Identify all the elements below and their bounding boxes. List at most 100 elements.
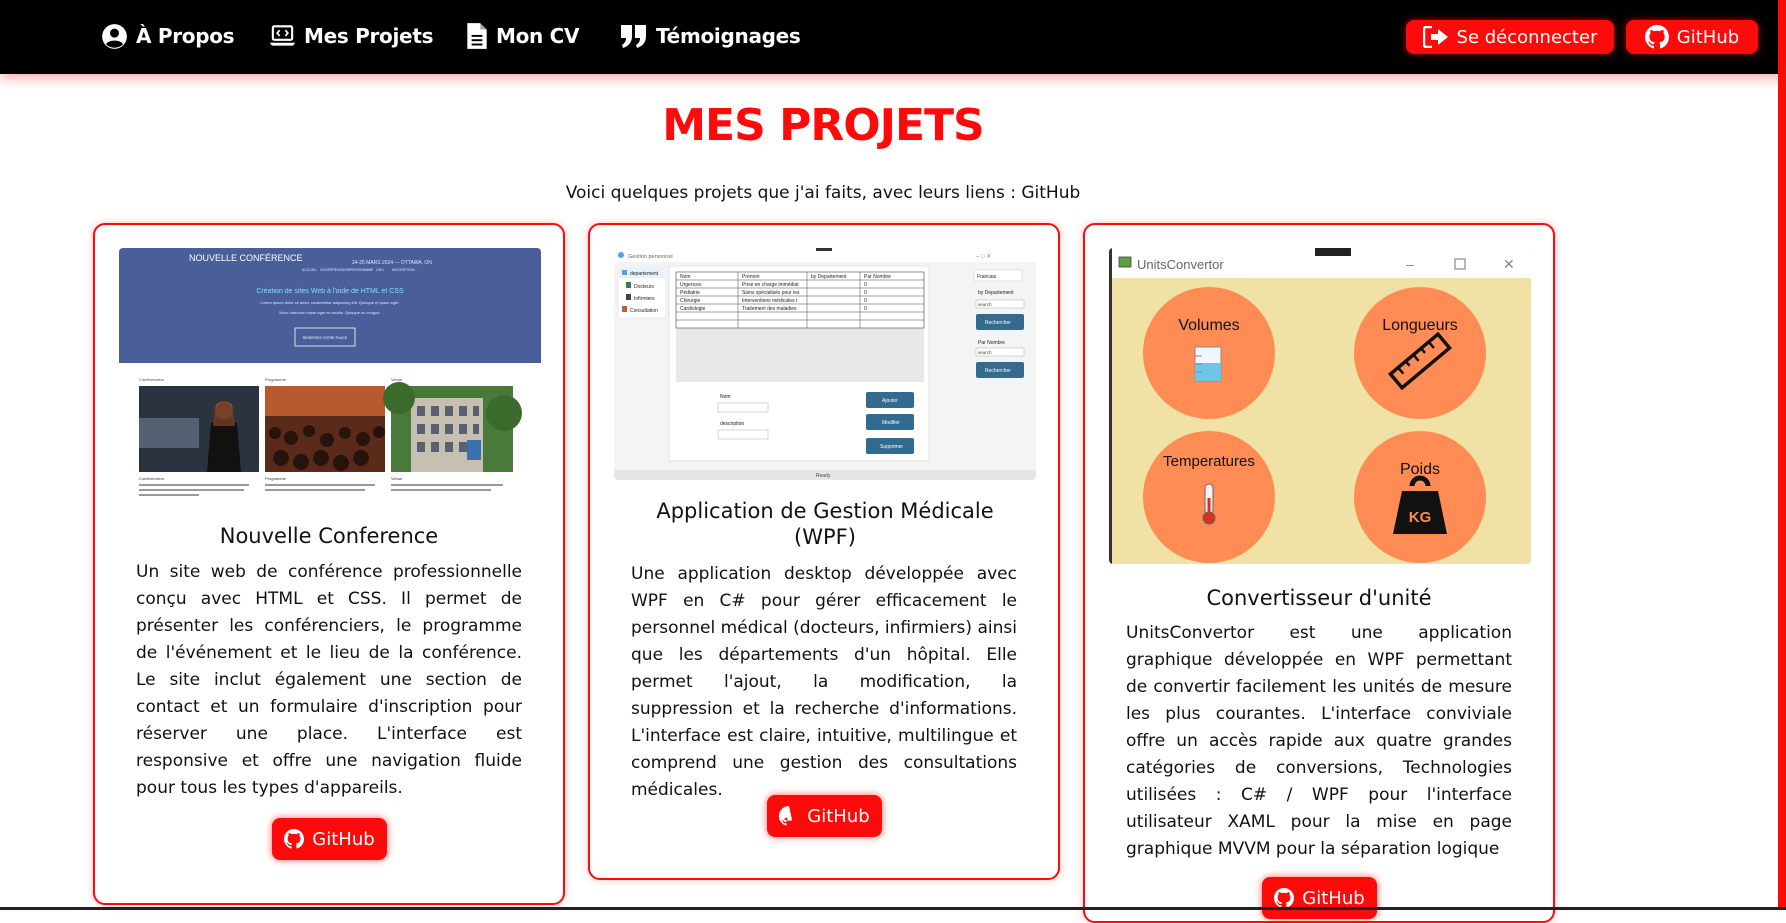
project-github-label: GitHub — [1302, 887, 1365, 909]
laptop-code-icon — [269, 25, 296, 46]
nav-about-label: À Propos — [136, 24, 235, 48]
project-screenshot-units: UnitsConvertor – ✕ Volumes Longueurs Tem… — [1109, 248, 1531, 564]
github-icon — [1274, 888, 1295, 908]
conf-cta: RÉSERVEZ VOTRE PLACE — [303, 335, 348, 340]
project-card-medical: Gestion personnel – □ ✕ departement Doct… — [588, 223, 1060, 880]
project-title-units: Convertisseur d'unité — [1206, 586, 1432, 610]
med-row-2-nom: Pédiatrie — [680, 290, 700, 296]
med-row-1-nom: Urgences — [680, 282, 702, 288]
med-menu-consultation: Consultation — [630, 308, 658, 314]
units-tile-longueurs-label: Longueurs — [1382, 317, 1458, 334]
project-title-conference: Nouvelle Conference — [219, 524, 439, 548]
nav-testimonials-label: Témoignages — [656, 24, 801, 48]
med-window-title: Gestion personnel — [628, 254, 673, 260]
units-tile-poids-label: Poids — [1400, 461, 1440, 478]
med-nom-label: Nom — [720, 394, 731, 400]
nav-about-link[interactable]: À Propos — [101, 16, 235, 56]
weight-kg-label: KG — [1409, 509, 1432, 526]
med-row-1-nombre: 0 — [864, 282, 867, 288]
med-search-1: search — [978, 302, 992, 307]
med-menu-infirmiers: Infirmiers — [634, 296, 655, 302]
conf-brand-text: NOUVELLE CONFÉRENCE — [189, 253, 303, 263]
conf-date-text: 24-25 MARS 2024 — OTTAWA, ON — [352, 260, 432, 266]
med-search-btn-2: Rechercher — [985, 368, 1011, 374]
med-row-4-nom: Cardiologie — [680, 306, 706, 312]
med-edit-label: Modifier — [882, 420, 900, 426]
project-github-button-conference[interactable]: GitHub — [272, 818, 387, 860]
conf-caption-title-2: Programme — [265, 476, 287, 481]
conf-section-2: Programme — [265, 377, 287, 382]
conf-nav-2: CONFÉRENCIERS — [320, 267, 351, 272]
beaker-icon — [1194, 346, 1222, 382]
med-par-nombre-label: Par Nombre — [978, 340, 1005, 346]
nav-projects-label: Mes Projets — [304, 24, 434, 48]
conf-headline: Création de sites Web à l'aide de HTML e… — [256, 288, 404, 295]
conf-line-2: Nunc interdum turpis eget ex iaculis. Qu… — [279, 310, 380, 315]
units-tile-volumes-label: Volumes — [1178, 317, 1239, 334]
github-icon — [1644, 25, 1669, 49]
nav-testimonials-link[interactable]: Témoignages — [620, 16, 801, 56]
logout-button[interactable]: Se déconnecter — [1406, 20, 1614, 54]
conf-line-1: Lorem ipsum dolor sit amet, consectetur … — [261, 300, 400, 305]
page-title: MES PROJETS — [662, 100, 985, 151]
project-github-button-medical[interactable]: GitHub — [767, 795, 882, 837]
med-status: Ready — [816, 473, 831, 479]
page-subtitle: Voici quelques projets que j'ai faits, a… — [565, 183, 1081, 203]
project-github-label: GitHub — [807, 805, 870, 827]
med-row-4-prenom: Traitement des maladies — [742, 306, 797, 312]
conf-nav-4: LIEU — [376, 268, 384, 272]
med-menu-docteurs: Docteurs — [634, 284, 655, 290]
github-icon — [284, 829, 305, 849]
page-scrollbar[interactable] — [1778, 0, 1786, 910]
med-by-dep-label: by Departement — [978, 290, 1014, 296]
med-menu-departement: departement — [630, 271, 659, 277]
med-search-btn-1: Rechercher — [985, 320, 1011, 326]
med-col-prenom: Prénom — [742, 274, 760, 280]
project-description-units: UnitsConvertor est une application graph… — [1126, 623, 1512, 859]
med-row-2-prenom: Soins spécialisés pour les — [742, 290, 800, 296]
med-search-2: search — [978, 350, 992, 355]
quote-icon — [621, 25, 646, 48]
project-screenshot-conference: NOUVELLE CONFÉRENCE 24-25 MARS 2024 — OT… — [119, 248, 541, 506]
svg-text:✕: ✕ — [1503, 256, 1515, 272]
thermometer-icon — [1202, 483, 1216, 525]
logout-label: Se déconnecter — [1456, 26, 1598, 48]
nav-cv-label: Mon CV — [496, 24, 580, 48]
med-row-1-prenom: Prise en charge immédiat — [742, 282, 799, 288]
file-document-icon — [467, 23, 487, 49]
conf-caption-title-3: Venue — [391, 476, 403, 481]
med-row-4-nombre: 0 — [864, 306, 867, 312]
project-card-conference: NOUVELLE CONFÉRENCE 24-25 MARS 2024 — OT… — [93, 223, 565, 905]
project-github-button-units[interactable]: GitHub — [1262, 877, 1377, 919]
med-col-nombre: Par Nombre — [864, 274, 891, 280]
project-description-medical: Une application desktop développée avec … — [631, 564, 1017, 800]
conf-nav-3: PROGRAMME — [350, 268, 374, 272]
med-col-nom: Nom — [680, 274, 691, 280]
user-circle-icon — [102, 23, 127, 49]
nav-github-label: GitHub — [1676, 26, 1740, 48]
project-description-conference: Un site web de conférence professionnell… — [136, 562, 522, 798]
units-window-title: UnitsConvertor — [1137, 257, 1224, 272]
nav-cv-link[interactable]: Mon CV — [466, 16, 580, 56]
svg-text:–: – — [1406, 256, 1414, 272]
github-icon — [779, 806, 793, 826]
conf-nav-1: ACCUEIL — [302, 268, 317, 272]
project-card-units: UnitsConvertor – ✕ Volumes Longueurs Tem… — [1083, 223, 1555, 923]
med-row-3-nom: Chirurgie — [680, 298, 701, 304]
med-delete-label: Supprimer — [880, 444, 903, 450]
med-col-departement: by Departement — [811, 274, 847, 280]
sign-out-icon — [1422, 26, 1448, 48]
nav-github-button[interactable]: GitHub — [1626, 20, 1758, 54]
project-github-label: GitHub — [312, 828, 375, 850]
med-lang-select: Francais — [977, 274, 997, 280]
units-tile-temperatures-label: Temperatures — [1163, 453, 1255, 470]
project-title-medical: Application de Gestion Médicale (WPF) — [656, 499, 994, 549]
conf-nav-5: INSCRIPTION — [392, 268, 415, 272]
top-navbar: À Propos Mes Projets Mon CV Témoignages — [0, 0, 1786, 74]
med-desc-label: description — [720, 421, 744, 427]
med-row-2-nombre: 0 — [864, 290, 867, 296]
conf-section-1: Conférenciers — [139, 377, 164, 382]
med-add-label: Ajouter — [882, 398, 898, 404]
conf-section-3: Venue — [391, 377, 403, 382]
nav-projects-link[interactable]: Mes Projets — [269, 16, 433, 56]
